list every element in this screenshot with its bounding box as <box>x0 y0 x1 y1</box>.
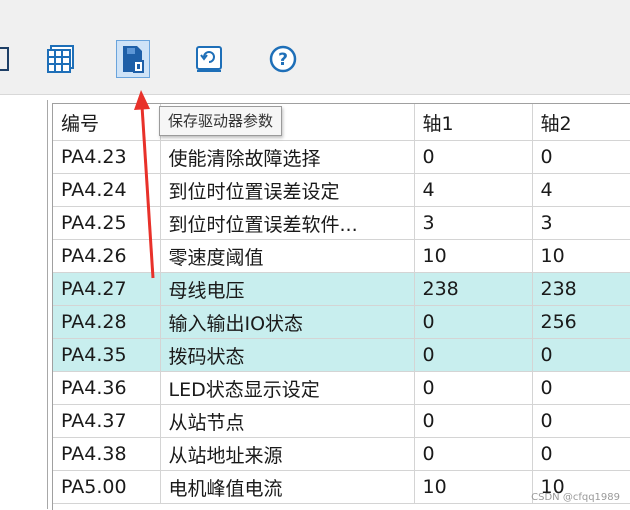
axis1-value-cell[interactable]: 0 <box>414 371 533 405</box>
table-row[interactable]: PA4.26 零速度阈值 10 10 <box>53 239 630 273</box>
axis2-value-cell[interactable]: 0 <box>532 338 630 372</box>
param-code-cell: PA4.26 <box>53 239 161 273</box>
table-row[interactable]: PA4.28 输入输出IO状态 0 256 <box>53 305 630 339</box>
table-row[interactable]: PA4.25 到位时位置误差软件... 3 3 <box>53 206 630 240</box>
param-name-cell: LED状态显示设定 <box>160 371 415 405</box>
axis2-value-cell[interactable]: 256 <box>532 305 630 339</box>
table-header-row: 编号 轴1 轴2 <box>53 104 630 141</box>
axis1-value-cell[interactable]: 4 <box>414 173 533 207</box>
axis1-value-cell[interactable]: 0 <box>414 404 533 438</box>
table-row[interactable]: PA4.23 使能清除故障选择 0 0 <box>53 140 630 174</box>
watermark: CSDN @cfqq1989 <box>531 492 620 503</box>
refresh-icon[interactable] <box>192 40 226 78</box>
table-row[interactable]: PA4.24 到位时位置误差设定 4 4 <box>53 173 630 207</box>
param-code-cell: PA4.35 <box>53 338 161 372</box>
param-code-cell: PA4.25 <box>53 206 161 240</box>
axis2-value-cell[interactable]: 4 <box>532 173 630 207</box>
table-row[interactable]: PA4.38 从站地址来源 0 0 <box>53 437 630 471</box>
axis2-value-cell[interactable]: 10 <box>532 239 630 273</box>
param-name-cell: 到位时位置误差软件... <box>160 206 415 240</box>
axis1-value-cell[interactable]: 0 <box>414 305 533 339</box>
help-icon[interactable]: ? <box>266 40 300 78</box>
param-code-cell: PA4.24 <box>53 173 161 207</box>
param-name-cell: 输入输出IO状态 <box>160 305 415 339</box>
toolbar-divider <box>0 94 630 95</box>
axis1-value-cell[interactable]: 0 <box>414 338 533 372</box>
param-name-cell: 到位时位置误差设定 <box>160 173 415 207</box>
axis2-value-cell[interactable]: 0 <box>532 371 630 405</box>
window-icon[interactable] <box>0 40 20 78</box>
parameter-grid: 编号 轴1 轴2 PA4.23 使能清除故障选择 0 0 PA4.24 到位时位置误差设定… <box>52 103 630 510</box>
column-header-axis1[interactable]: 轴1 <box>414 104 533 141</box>
axis1-value-cell[interactable]: 10 <box>414 239 533 273</box>
parameter-table: 编号 轴1 轴2 PA4.23 使能清除故障选择 0 0 PA4.24 到位时位置误差设定… <box>53 104 630 504</box>
param-name-cell: 从站地址来源 <box>160 437 415 471</box>
param-name-cell: 使能清除故障选择 <box>160 140 415 174</box>
svg-text:?: ? <box>278 50 288 70</box>
param-code-cell: PA4.38 <box>53 437 161 471</box>
grid-table-icon[interactable] <box>44 40 78 78</box>
param-code-cell: PA5.00 <box>53 470 161 504</box>
axis1-value-cell[interactable]: 238 <box>414 272 533 306</box>
axis2-value-cell[interactable]: 238 <box>532 272 630 306</box>
table-row[interactable]: PA4.36 LED状态显示设定 0 0 <box>53 371 630 405</box>
param-code-cell: PA4.23 <box>53 140 161 174</box>
table-row[interactable]: PA4.37 从站节点 0 0 <box>53 404 630 438</box>
param-name-cell: 拨码状态 <box>160 338 415 372</box>
param-name-cell: 零速度阈值 <box>160 239 415 273</box>
axis1-value-cell[interactable]: 3 <box>414 206 533 240</box>
column-header-code[interactable]: 编号 <box>53 104 161 141</box>
param-name-cell: 电机峰值电流 <box>160 470 415 504</box>
param-code-cell: PA4.37 <box>53 404 161 438</box>
axis1-value-cell[interactable]: 0 <box>414 140 533 174</box>
column-header-axis2[interactable]: 轴2 <box>532 104 630 141</box>
param-code-cell: PA4.36 <box>53 371 161 405</box>
table-row[interactable]: PA4.27 母线电压 238 238 <box>53 272 630 306</box>
param-code-cell: PA4.27 <box>53 272 161 306</box>
param-name-cell: 从站节点 <box>160 404 415 438</box>
axis2-value-cell[interactable]: 0 <box>532 140 630 174</box>
axis2-value-cell[interactable]: 0 <box>532 437 630 471</box>
toolbar: ? <box>0 0 630 94</box>
axis1-value-cell[interactable]: 0 <box>414 437 533 471</box>
table-row[interactable]: PA4.35 拨码状态 0 0 <box>53 338 630 372</box>
param-code-cell: PA4.28 <box>53 305 161 339</box>
axis2-value-cell[interactable]: 3 <box>532 206 630 240</box>
axis2-value-cell[interactable]: 0 <box>532 404 630 438</box>
axis1-value-cell[interactable]: 10 <box>414 470 533 504</box>
save-drive-params-icon <box>123 46 144 73</box>
save-drive-params-button[interactable] <box>116 40 150 78</box>
param-name-cell: 母线电压 <box>160 272 415 306</box>
tooltip: 保存驱动器参数 <box>159 106 283 136</box>
left-tree-pane[interactable] <box>0 100 48 509</box>
